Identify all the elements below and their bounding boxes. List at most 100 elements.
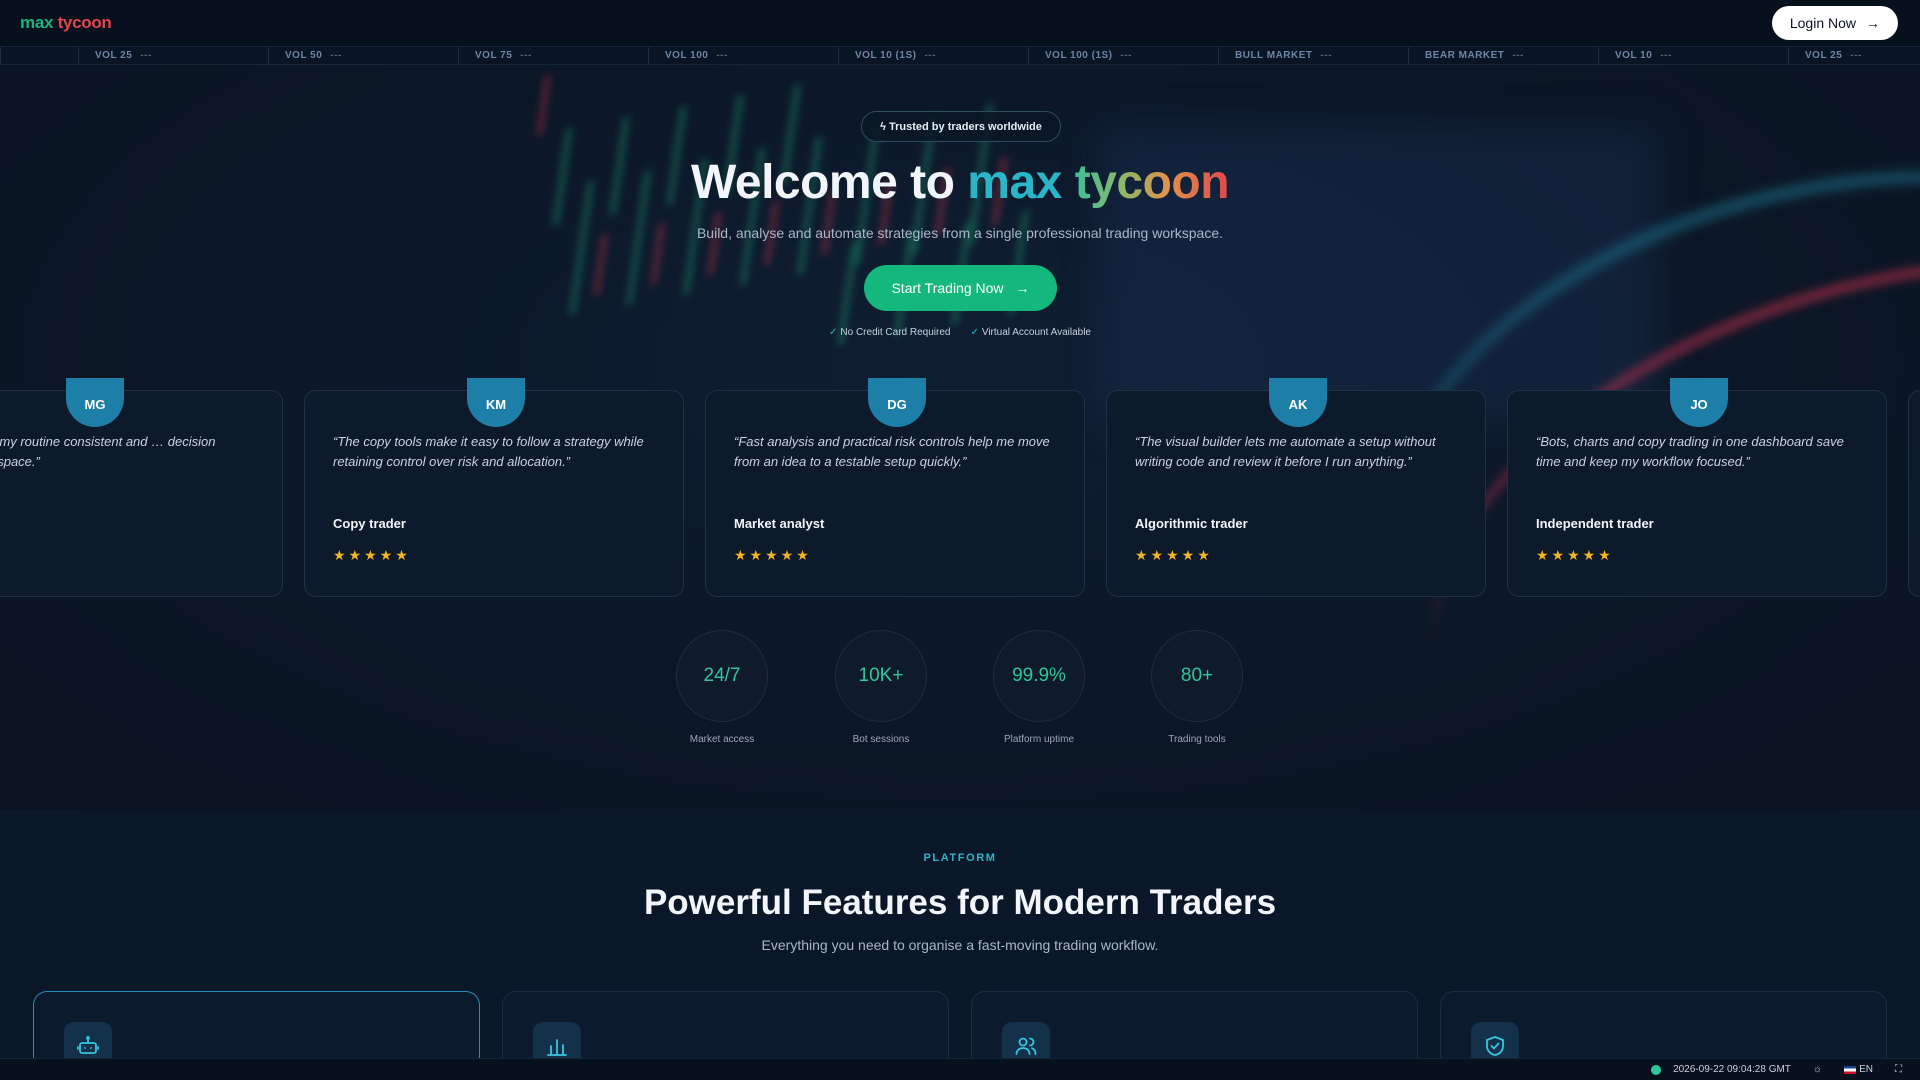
check-item: ✓ Virtual Account Available: [970, 327, 1091, 338]
stat-label: Market access: [689, 734, 755, 745]
features-title: Powerful Features for Modern Traders: [643, 883, 1277, 922]
trusted-badge: ϟ Trusted by traders worldwide: [861, 111, 1061, 142]
hero-subtitle: Build, analyse and automate strategies f…: [696, 225, 1224, 241]
ticker-value: ---: [924, 50, 936, 61]
ticker-item[interactable]: BEAR MARKET ---: [1408, 47, 1598, 64]
ticker-value: ---: [1320, 50, 1333, 61]
ticker-symbol: VOL 100: [665, 50, 709, 61]
logo-part-1: max: [20, 13, 54, 32]
testimonial-card: MG … strategies keep my routine consiste…: [0, 378, 283, 597]
testimonial-card: [1908, 390, 1920, 597]
ticker-item[interactable]: VOL 75 ---: [458, 47, 648, 64]
stat-item: 24/7 Market access: [676, 630, 768, 745]
testimonial-role: Copy trader: [333, 516, 406, 531]
section-eyebrow: PLATFORM: [923, 852, 997, 864]
top-header: max tycoon Login Now →: [0, 0, 1920, 46]
stat-item: 10K+ Bot sessions: [835, 630, 927, 745]
login-label: Login Now: [1789, 15, 1856, 31]
stat-value: 24/7: [676, 630, 768, 722]
ticker-item[interactable]: VOL 25 ---: [78, 47, 268, 64]
hero-title: Welcome to max tycoon: [0, 155, 1920, 210]
ticker-symbol: VOL 75: [475, 50, 513, 61]
avatar: MG: [66, 378, 124, 427]
avatar: JO: [1670, 378, 1728, 427]
avatar: KM: [467, 378, 525, 427]
ticker-item[interactable]: VOL 100 ---: [648, 47, 838, 64]
stat-value: 99.9%: [993, 630, 1085, 722]
star-rating: ★★★★★: [734, 547, 812, 563]
testimonial-role: Algorithmic trader: [1135, 516, 1248, 531]
stat-label: Platform uptime: [1003, 734, 1075, 745]
ticker-symbol: BULL MARKET: [1235, 50, 1313, 61]
testimonial-quote: “The visual builder lets me automate a s…: [1135, 434, 1436, 469]
avatar: AK: [1269, 378, 1327, 427]
checkmark-icon: ✓: [829, 327, 838, 338]
background-candle: [592, 234, 609, 295]
stat-value: 80+: [1151, 630, 1243, 722]
status-bar: 2026-09-22 09:04:28 GMT ☼ EN ⛶: [0, 1058, 1920, 1080]
hero-title-prefix: Welcome to: [690, 156, 968, 209]
stat-item: 80+ Trading tools: [1151, 630, 1243, 745]
testimonial-card: JO “Bots, charts and copy trading in one…: [1507, 378, 1887, 597]
background-candle: [535, 75, 552, 135]
ticker-symbol: VOL 10: [1615, 50, 1653, 61]
testimonial-role: Independent trader: [1536, 516, 1654, 531]
star-rating: ★★★★★: [1135, 547, 1213, 563]
ticker-value: ---: [140, 50, 152, 61]
testimonials-carousel[interactable]: MG … strategies keep my routine consiste…: [0, 378, 1920, 608]
testimonial-quote: … strategies keep my routine consistent …: [0, 434, 216, 469]
ticker-value: ---: [716, 50, 728, 61]
stat-value: 10K+: [835, 630, 927, 722]
testimonial-card: AK “The visual builder lets me automate …: [1106, 378, 1486, 597]
ticker-item[interactable]: VOL 100 (1S) ---: [1028, 47, 1218, 64]
ticker-item[interactable]: VOL 50 ---: [268, 47, 458, 64]
logo[interactable]: max tycoon: [20, 13, 112, 33]
hero-brand-part-2: tycoon: [1074, 156, 1230, 209]
testimonial-quote: “Bots, charts and copy trading in one da…: [1536, 434, 1844, 469]
ticker-symbol: VOL 25: [95, 50, 133, 61]
ticker-value: ---: [1850, 50, 1862, 61]
testimonial-card: DG “Fast analysis and practical risk con…: [705, 378, 1085, 597]
testimonial-quote: “The copy tools make it easy to follow a…: [333, 434, 644, 469]
ticker-value: ---: [1512, 50, 1524, 61]
testimonial-quote: “Fast analysis and practical risk contro…: [734, 434, 1050, 469]
ticker-item[interactable]: BULL MARKET ---: [1218, 47, 1408, 64]
features-subtitle: Everything you need to organise a fast-m…: [761, 937, 1159, 953]
ticker-value: ---: [1660, 50, 1672, 61]
fullscreen-icon[interactable]: ⛶: [1895, 1064, 1902, 1075]
ticker-value: ---: [1120, 50, 1133, 61]
arrow-right-icon: →: [1015, 280, 1030, 296]
background-candle: [706, 212, 723, 275]
ticker-value: ---: [520, 50, 532, 61]
ticker-value: ---: [330, 50, 342, 61]
login-button[interactable]: Login Now →: [1771, 6, 1898, 40]
check-text: Virtual Account Available: [981, 327, 1091, 338]
hero-checks: ✓ No Credit Card Required ✓ Virtual Accoun…: [0, 327, 1920, 338]
stat-item: 99.9% Platform uptime: [993, 630, 1085, 745]
ticker-item: [0, 47, 78, 64]
ticker-item[interactable]: VOL 25 ---: [1788, 47, 1920, 64]
language-selector[interactable]: EN: [1844, 1064, 1873, 1075]
server-time: 2026-09-22 09:04:28 GMT: [1673, 1064, 1791, 1075]
logo-part-2: tycoon: [57, 13, 112, 32]
ticker-symbol: VOL 100 (1S): [1045, 50, 1113, 61]
ticker-item[interactable]: VOL 10 (1S) ---: [838, 47, 1028, 64]
arrow-right-icon: →: [1866, 15, 1880, 31]
theme-toggle-icon[interactable]: ☼: [1813, 1064, 1822, 1075]
checkmark-icon: ✓: [970, 327, 979, 338]
start-trading-label: Start Trading Now: [891, 280, 1004, 296]
market-ticker: VOL 25 --- VOL 50 --- VOL 75 --- VOL 100 ---…: [0, 46, 1920, 65]
ticker-symbol: VOL 10 (1S): [855, 50, 917, 61]
language-code: EN: [1859, 1064, 1873, 1075]
hero-brand-part-1: max: [967, 156, 1062, 209]
ticker-symbol: BEAR MARKET: [1425, 50, 1505, 61]
ticker-symbol: VOL 50: [285, 50, 323, 61]
testimonial-card: KM “The copy tools make it easy to follo…: [304, 378, 684, 597]
check-text: No Credit Card Required: [840, 327, 951, 338]
testimonial-role: Market analyst: [734, 516, 825, 531]
start-trading-button[interactable]: Start Trading Now →: [864, 265, 1057, 311]
ticker-symbol: VOL 25: [1805, 50, 1843, 61]
uk-flag-icon: [1844, 1065, 1857, 1074]
ticker-item[interactable]: VOL 10 ---: [1598, 47, 1788, 64]
connection-status-indicator: [1651, 1064, 1662, 1075]
